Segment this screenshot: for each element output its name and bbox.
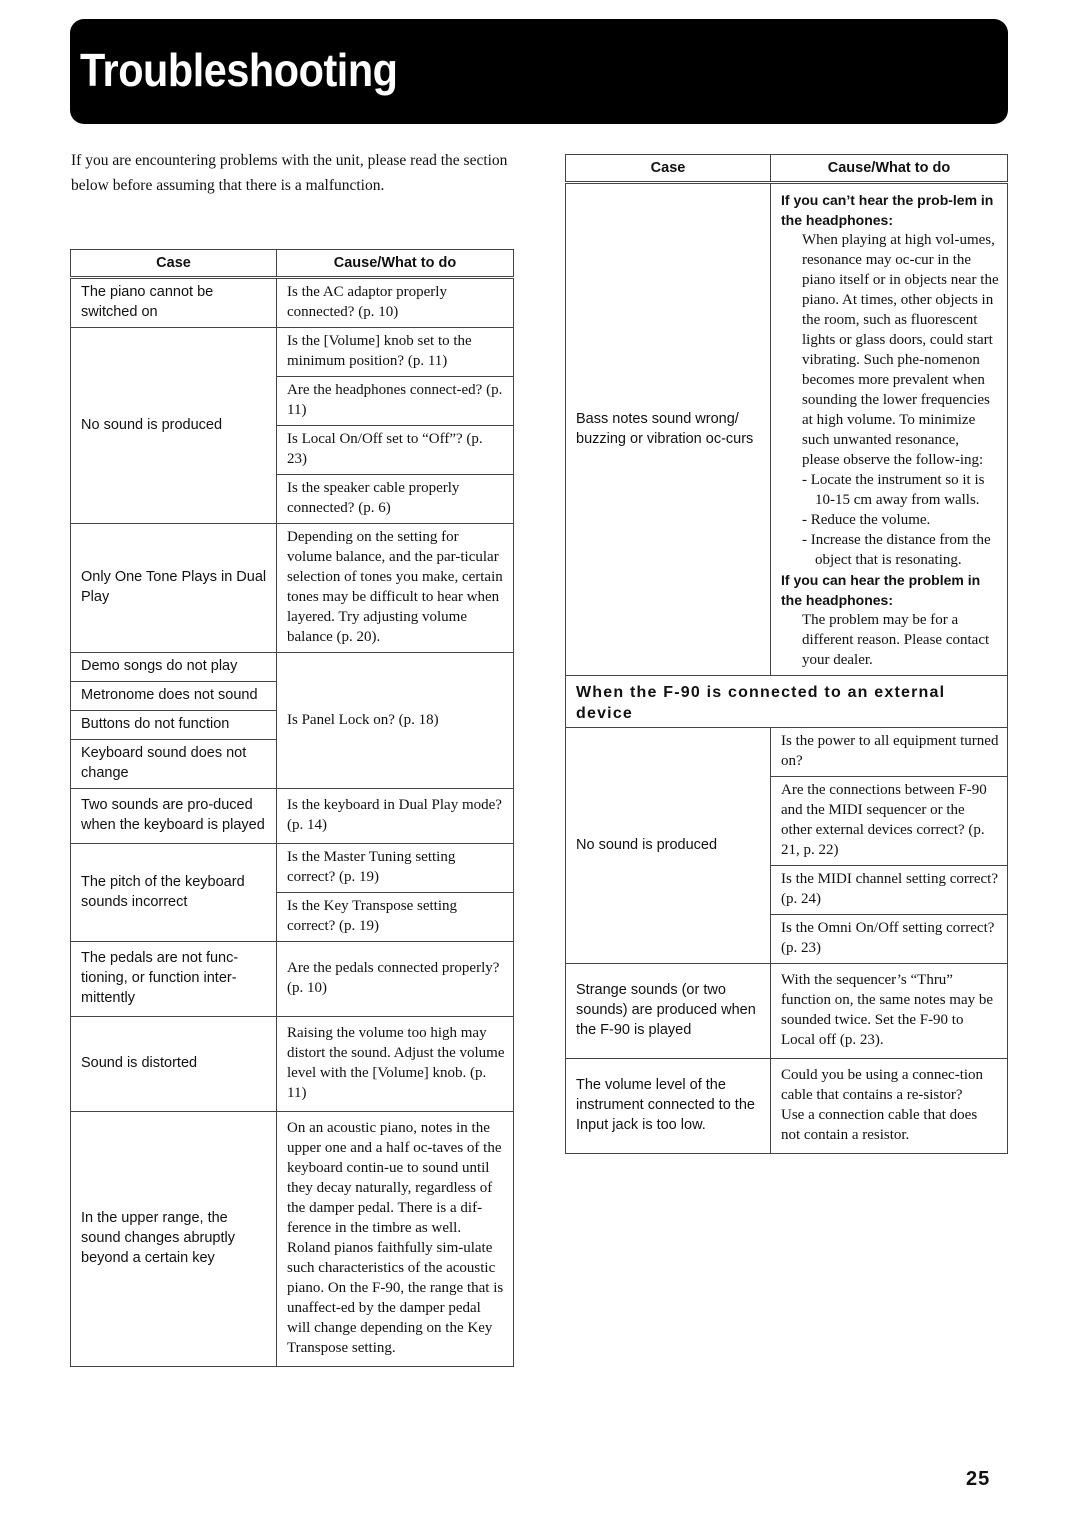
table-row: Demo songs do not play Is Panel Lock on?… (70, 652, 514, 789)
cause-text: Use a connection cable that does not con… (781, 1107, 978, 1143)
cause-cell: Is the MIDI channel setting correct? (p.… (770, 865, 1008, 915)
case-cell: Demo songs do not play (70, 652, 277, 682)
cause-cell: Could you be using a connec-tion cable t… (770, 1058, 1008, 1154)
table-row: No sound is produced Is the power to all… (565, 727, 1008, 964)
cause-cell: Is the Key Transpose setting correct? (p… (276, 892, 514, 942)
cause-cell: Are the headphones connect-ed? (p. 11) (276, 376, 514, 426)
header-case: Case (565, 154, 771, 184)
cause-cell: Is the Master Tuning setting correct? (p… (276, 843, 514, 893)
case-cell: The piano cannot be switched on (70, 277, 277, 328)
subheading: If you can’t hear the prob-lem in the he… (781, 192, 994, 228)
table-row: Sound is distorted Raising the volume to… (70, 1016, 514, 1112)
cause-cell: Is the speaker cable properly connected?… (276, 474, 514, 524)
table-header-row: Case Cause/What to do (70, 249, 514, 279)
table-row: The piano cannot be switched on Is the A… (70, 277, 514, 328)
cause-cell: Is the [Volume] knob set to the minimum … (276, 327, 514, 377)
cause-cell: Are the connections between F-90 and the… (770, 776, 1008, 866)
intro-paragraph: If you are encountering problems with th… (71, 152, 508, 194)
table-row: Bass notes sound wrong/ buzzing or vibra… (565, 182, 1008, 676)
case-cell: Strange sounds (or two sounds) are produ… (565, 963, 771, 1059)
cause-cell: Are the pedals connected properly? (p. 1… (276, 941, 514, 1017)
cause-cell: Is the keyboard in Dual Play mode? (p. 1… (276, 788, 514, 844)
cause-cell: Is the AC adaptor properly connected? (p… (276, 277, 514, 328)
header-case: Case (70, 249, 277, 279)
header-cause: Cause/What to do (276, 249, 514, 279)
subheading: If you can hear the problem in the headp… (781, 572, 981, 608)
case-cell: Sound is distorted (70, 1016, 277, 1112)
bullet-item: - Reduce the volume. (802, 512, 931, 528)
table-row: Only One Tone Plays in Dual Play Dependi… (70, 523, 514, 653)
cause-text: When playing at high vol-umes, resonance… (802, 232, 999, 468)
case-cell: No sound is produced (565, 727, 771, 964)
case-cell: The pedals are not func-tioning, or func… (70, 941, 277, 1017)
table-row: Strange sounds (or two sounds) are produ… (565, 963, 1008, 1059)
cause-cell: Is Panel Lock on? (p. 18) (276, 652, 514, 789)
page-title: Troubleshooting (80, 44, 398, 96)
page-number: 25 (966, 1468, 991, 1490)
case-cell: Only One Tone Plays in Dual Play (70, 523, 277, 653)
case-cell: The volume level of the instrument conne… (565, 1058, 771, 1154)
cause-cell: Depending on the setting for volume bala… (276, 523, 514, 653)
table-header-row: Case Cause/What to do (565, 154, 1008, 184)
cause-cell: Raising the volume too high may distort … (276, 1016, 514, 1112)
case-cell: The pitch of the keyboard sounds incorre… (70, 843, 277, 942)
cause-text: The problem may be for a different reaso… (802, 612, 990, 668)
cause-text: Could you be using a connec-tion cable t… (781, 1067, 984, 1103)
table-row: The volume level of the instrument conne… (565, 1058, 1008, 1154)
cause-cell: Is the power to all equipment turned on? (770, 727, 1008, 777)
table-row: The pedals are not func-tioning, or func… (70, 941, 514, 1017)
bullet-item: - Locate the instrument so it is 10-15 c… (802, 472, 985, 508)
table-row: In the upper range, the sound changes ab… (70, 1111, 514, 1367)
cause-cell: On an acoustic piano, notes in the upper… (276, 1111, 514, 1367)
table-row: No sound is produced Is the [Volume] kno… (70, 327, 514, 524)
header-cause: Cause/What to do (770, 154, 1008, 184)
title-banner: Troubleshooting (70, 19, 1008, 124)
troubleshooting-table-right: Case Cause/What to do Bass notes sound w… (565, 154, 1008, 1154)
cause-cell: Is the Omni On/Off setting correct? (p. … (770, 914, 1008, 964)
cause-cell: With the sequencer’s “Thru” function on,… (770, 963, 1008, 1059)
case-cell: No sound is produced (70, 327, 277, 524)
troubleshooting-table-left: Case Cause/What to do The piano cannot b… (70, 249, 514, 1367)
table-row: The pitch of the keyboard sounds incorre… (70, 843, 514, 942)
case-cell: In the upper range, the sound changes ab… (70, 1111, 277, 1367)
section-heading-row: When the F-90 is connected to an externa… (565, 675, 1008, 728)
case-cell: Metronome does not sound (70, 681, 277, 711)
case-cell: Bass notes sound wrong/ buzzing or vibra… (565, 182, 771, 676)
case-cell: Two sounds are pro-duced when the keyboa… (70, 788, 277, 844)
table-row: Two sounds are pro-duced when the keyboa… (70, 788, 514, 844)
case-cell: Keyboard sound does not change (70, 739, 277, 789)
bullet-item: - Increase the distance from the object … (802, 532, 991, 568)
case-cell: Buttons do not function (70, 710, 277, 740)
section-heading: When the F-90 is connected to an externa… (565, 675, 1008, 728)
cause-cell: If you can’t hear the prob-lem in the he… (770, 182, 1008, 676)
cause-cell: Is Local On/Off set to “Off”? (p. 23) (276, 425, 514, 475)
